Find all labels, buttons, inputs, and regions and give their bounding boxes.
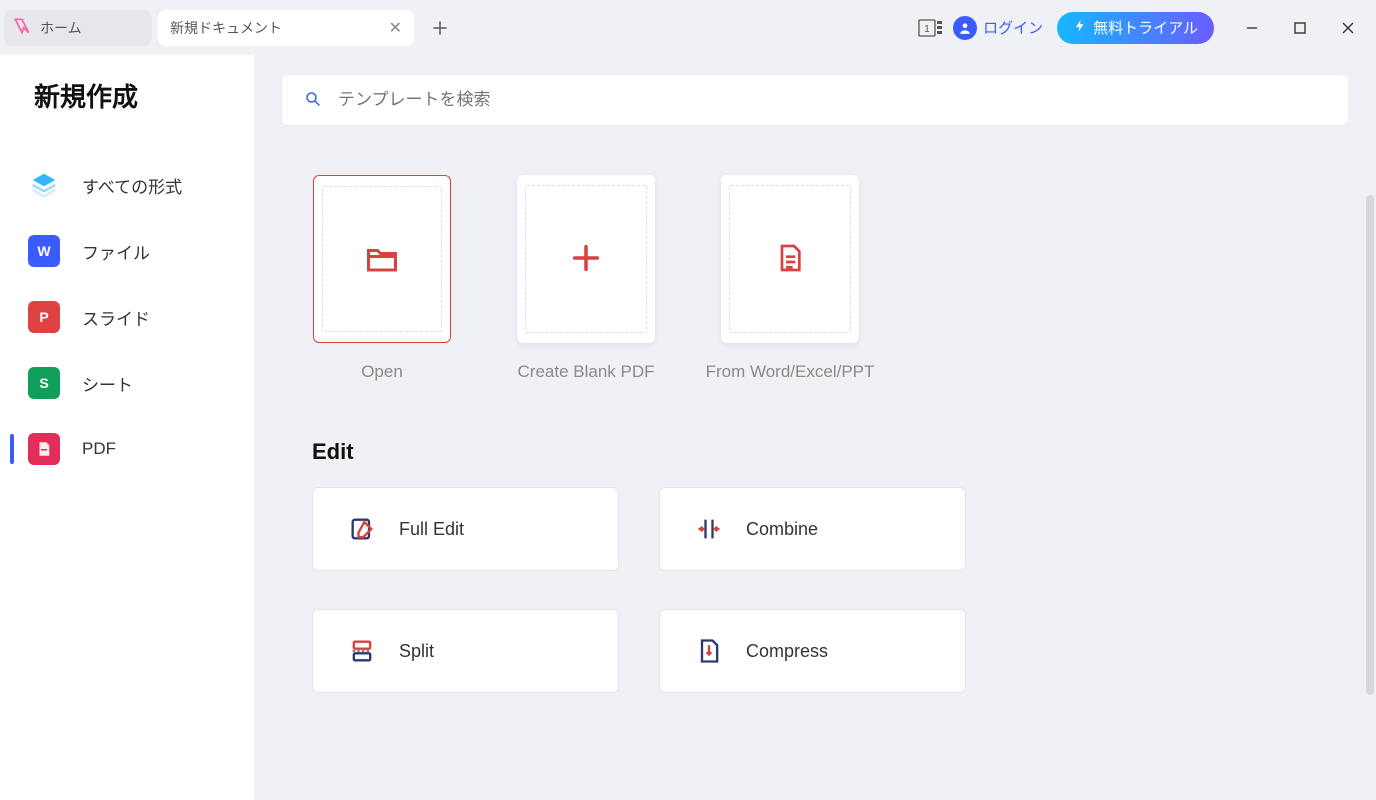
sidebar-item-sheet[interactable]: S シート: [0, 350, 254, 416]
window-maximize-button[interactable]: [1276, 12, 1324, 44]
action-split[interactable]: Split: [312, 609, 619, 693]
sidebar: 新規作成 すべての形式 W ファイル P スライド S シート: [0, 55, 254, 800]
presentation-icon: P: [28, 301, 60, 333]
create-card-label: From Word/Excel/PPT: [690, 359, 890, 385]
action-compress[interactable]: Compress: [659, 609, 966, 693]
action-label: Full Edit: [399, 519, 464, 540]
template-search-input[interactable]: [338, 90, 1326, 110]
create-card-blank-pdf[interactable]: Create Blank PDF: [516, 175, 656, 385]
layers-icon: [28, 169, 60, 201]
tab-document-label: 新規ドキュメント: [170, 18, 282, 38]
sidebar-item-all-formats[interactable]: すべての形式: [0, 152, 254, 218]
action-combine[interactable]: Combine: [659, 487, 966, 571]
create-card-from-office[interactable]: From Word/Excel/PPT: [720, 175, 860, 385]
create-card-label: Open: [282, 359, 482, 385]
action-label: Split: [399, 641, 434, 662]
login-button[interactable]: ログイン: [953, 16, 1043, 40]
tab-home[interactable]: ホーム: [4, 10, 152, 46]
sidebar-heading: 新規作成: [0, 77, 254, 114]
edit-icon: [347, 514, 377, 544]
free-trial-label: 無料トライアル: [1093, 17, 1198, 38]
sidebar-item-label: すべての形式: [82, 173, 182, 198]
close-tab-icon[interactable]: ✕: [389, 18, 402, 38]
split-icon: [347, 636, 377, 666]
section-title-edit: Edit: [312, 439, 1348, 465]
sidebar-item-slide[interactable]: P スライド: [0, 284, 254, 350]
create-card-label: Create Blank PDF: [486, 359, 686, 385]
main-content: Open Create Blank PDF: [254, 55, 1376, 800]
compress-icon: [694, 636, 724, 666]
word-icon: W: [28, 235, 60, 267]
free-trial-button[interactable]: 無料トライアル: [1057, 12, 1214, 44]
create-card-open[interactable]: Open: [312, 175, 452, 385]
window-mini-icon[interactable]: 1: [917, 14, 945, 42]
sidebar-item-label: シート: [82, 371, 133, 396]
scrollbar[interactable]: [1366, 195, 1374, 695]
action-label: Compress: [746, 641, 828, 662]
sidebar-item-label: ファイル: [82, 239, 150, 264]
sidebar-item-pdf[interactable]: PDF: [0, 416, 254, 482]
sidebar-item-label: スライド: [82, 305, 150, 330]
svg-text:1: 1: [924, 24, 930, 35]
tab-document[interactable]: 新規ドキュメント ✕: [158, 10, 414, 46]
action-label: Combine: [746, 519, 818, 540]
sidebar-item-label: PDF: [82, 439, 116, 459]
new-tab-button[interactable]: [420, 10, 460, 46]
pdf-icon: [28, 433, 60, 465]
spreadsheet-icon: S: [28, 367, 60, 399]
combine-icon: [694, 514, 724, 544]
template-search[interactable]: [282, 75, 1348, 125]
bolt-icon: [1073, 19, 1087, 37]
window-close-button[interactable]: [1324, 12, 1372, 44]
login-label: ログイン: [983, 17, 1043, 38]
window-minimize-button[interactable]: [1228, 12, 1276, 44]
avatar-icon: [953, 16, 977, 40]
tab-home-label: ホーム: [40, 18, 82, 38]
titlebar: ホーム 新規ドキュメント ✕ 1 ログイン 無料トライアル: [0, 0, 1376, 55]
action-full-edit[interactable]: Full Edit: [312, 487, 619, 571]
sidebar-item-file[interactable]: W ファイル: [0, 218, 254, 284]
search-icon: [304, 90, 322, 111]
app-logo-icon: [12, 16, 32, 39]
